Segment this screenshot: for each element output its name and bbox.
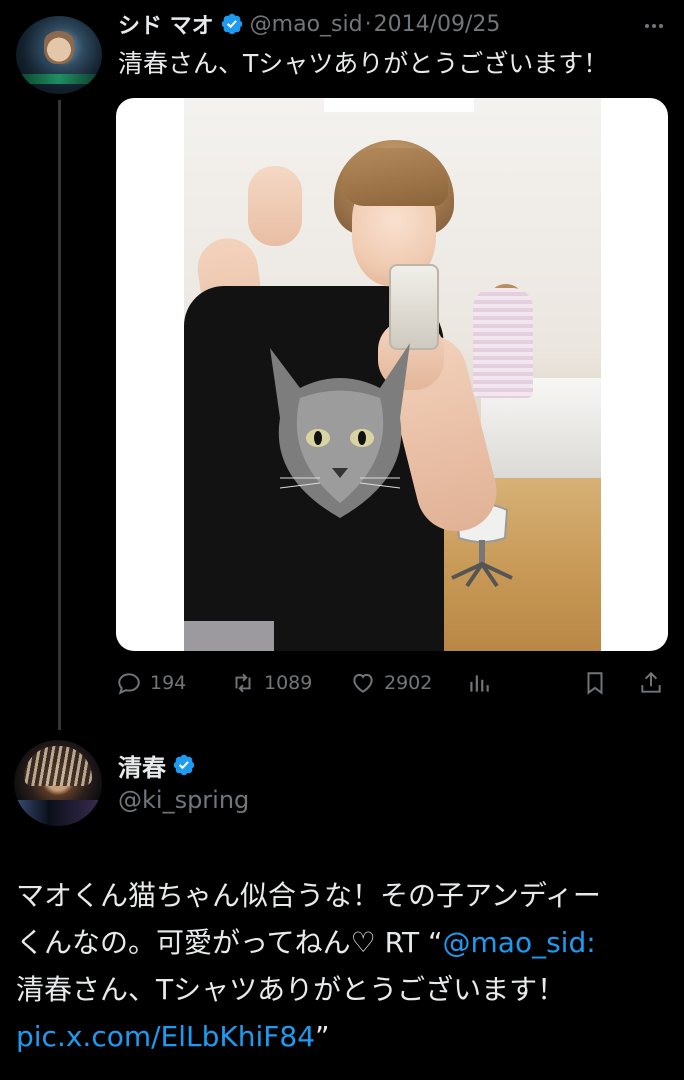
verified-badge-icon [221,13,242,35]
more-options-icon[interactable] [642,14,666,38]
analytics-icon [470,675,489,692]
tweet-text-segment: ” [315,1020,330,1053]
retweet-icon [235,673,251,693]
reply-button[interactable]: 194 [116,666,186,700]
handle[interactable]: @mao_sid [250,12,363,37]
retweet-count: 1089 [264,672,313,694]
tweet-text-line: pic.x.com/ElLbKhiF84” [16,1013,666,1060]
tweet-text-line: マオくん猫ちゃん似合うな！その子アンディー [16,879,601,912]
like-button[interactable]: 2902 [350,666,432,700]
mention-link[interactable]: @mao_sid [443,926,587,959]
display-name[interactable]: 清春 [118,748,166,783]
tweet-text-segment: くんなの。可愛がってねん♡ RT “ [16,926,443,959]
display-name[interactable]: シド マオ [118,8,214,40]
tweet-action-bar: 194 1089 2902 [116,666,672,700]
reply-count: 194 [150,672,187,694]
share-button[interactable] [638,666,664,700]
bookmark-icon [587,672,603,695]
retweet-button[interactable]: 1089 [230,666,312,700]
tweet-date[interactable]: 2014/09/25 [374,12,501,37]
verified-badge-icon [173,754,195,776]
thread-connector-line [58,100,61,730]
reply-icon [118,673,140,695]
tweet-text-line: くんなの。可愛がってねん♡ RT “@mao_sid: [16,919,666,966]
views-button[interactable] [466,666,492,700]
separator-dot: · [364,11,372,37]
heart-icon [353,673,373,693]
tweet-header: シド マオ @mao_sid · 2014/09/25 [118,8,500,40]
avatar[interactable] [14,740,102,826]
media-link[interactable]: pic.x.com/ElLbKhiF84 [16,1020,315,1053]
tweet-text: 清春さん、Tシャツありがとうございます！ [118,49,609,78]
avatar[interactable] [16,16,102,94]
tweet-text: マオくん猫ちゃん似合うな！その子アンディー くんなの。可愛がってねん♡ RT “… [16,872,666,1060]
handle[interactable]: @ki_spring [118,786,249,814]
tweet-media-image[interactable] [116,98,668,651]
tweet-text-line: 清春さん、Tシャツありがとうございます！ [16,973,566,1006]
tweet-text-segment: : [586,926,596,959]
share-icon [641,671,661,693]
bookmark-button[interactable] [582,666,608,700]
photo [184,98,601,651]
tweet-header: 清春 [118,748,202,782]
like-count: 2902 [384,672,433,694]
